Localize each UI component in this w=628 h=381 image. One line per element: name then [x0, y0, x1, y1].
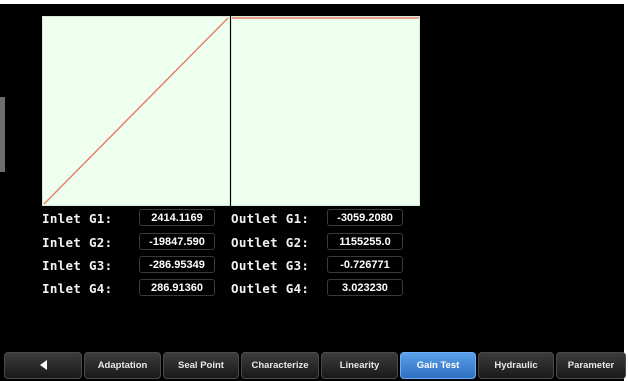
window-frame-top: [0, 0, 628, 4]
inlet-g1-label: Inlet G1:: [42, 211, 113, 226]
tab-characterize[interactable]: Characterize: [241, 352, 319, 379]
outlet-g3-label: Outlet G3:: [231, 258, 310, 273]
inlet-gain-plot-canvas: [43, 17, 229, 205]
tab-parameter[interactable]: Parameter: [556, 352, 626, 379]
outlet-g4-label: Outlet G4:: [231, 281, 310, 296]
outlet-gain-plot-canvas: [232, 17, 419, 19]
gain-row-g3: Inlet G3: -286.95349 Outlet G3: -0.72677…: [42, 256, 422, 275]
outlet-g1-label: Outlet G1:: [231, 211, 310, 226]
inlet-g3-value: -286.95349: [139, 256, 215, 273]
outlet-g1-value: -3059.2080: [327, 209, 403, 226]
tab-linearity[interactable]: Linearity: [321, 352, 398, 379]
inlet-g1-value: 2414.1169: [139, 209, 215, 226]
inlet-g2-value: -19847.590: [139, 233, 215, 250]
gain-row-g1: Inlet G1: 2414.1169 Outlet G1: -3059.208…: [42, 209, 422, 228]
gain-readout-panel: Inlet G1: 2414.1169 Outlet G1: -3059.208…: [42, 207, 422, 299]
inlet-gain-trace: [43, 17, 229, 205]
outlet-g4-value: 3.023230: [327, 279, 403, 296]
side-edge-handle: [0, 97, 5, 172]
inlet-g4-value: 286.91360: [139, 279, 215, 296]
inlet-g3-label: Inlet G3:: [42, 258, 113, 273]
tab-gain-test[interactable]: Gain Test: [400, 352, 476, 379]
back-arrow-icon: [39, 360, 47, 371]
outlet-gain-plot: [231, 16, 420, 206]
inlet-gain-plot: [42, 16, 230, 206]
outlet-g3-value: -0.726771: [327, 256, 403, 273]
gain-row-g2: Inlet G2: -19847.590 Outlet G2: 1155255.…: [42, 233, 422, 252]
gain-row-g4: Inlet G4: 286.91360 Outlet G4: 3.023230: [42, 279, 422, 298]
tab-hydraulic[interactable]: Hydraulic: [478, 352, 554, 379]
back-button[interactable]: [4, 352, 82, 379]
bottom-tab-bar: Adaptation Seal Point Characterize Linea…: [4, 352, 628, 381]
tab-seal-point[interactable]: Seal Point: [163, 352, 239, 379]
inlet-g4-label: Inlet G4:: [42, 281, 113, 296]
inlet-g2-label: Inlet G2:: [42, 235, 113, 250]
outlet-g2-value: 1155255.0: [327, 233, 403, 250]
tab-adaptation[interactable]: Adaptation: [84, 352, 161, 379]
window-frame-right: [624, 0, 628, 381]
outlet-g2-label: Outlet G2:: [231, 235, 310, 250]
